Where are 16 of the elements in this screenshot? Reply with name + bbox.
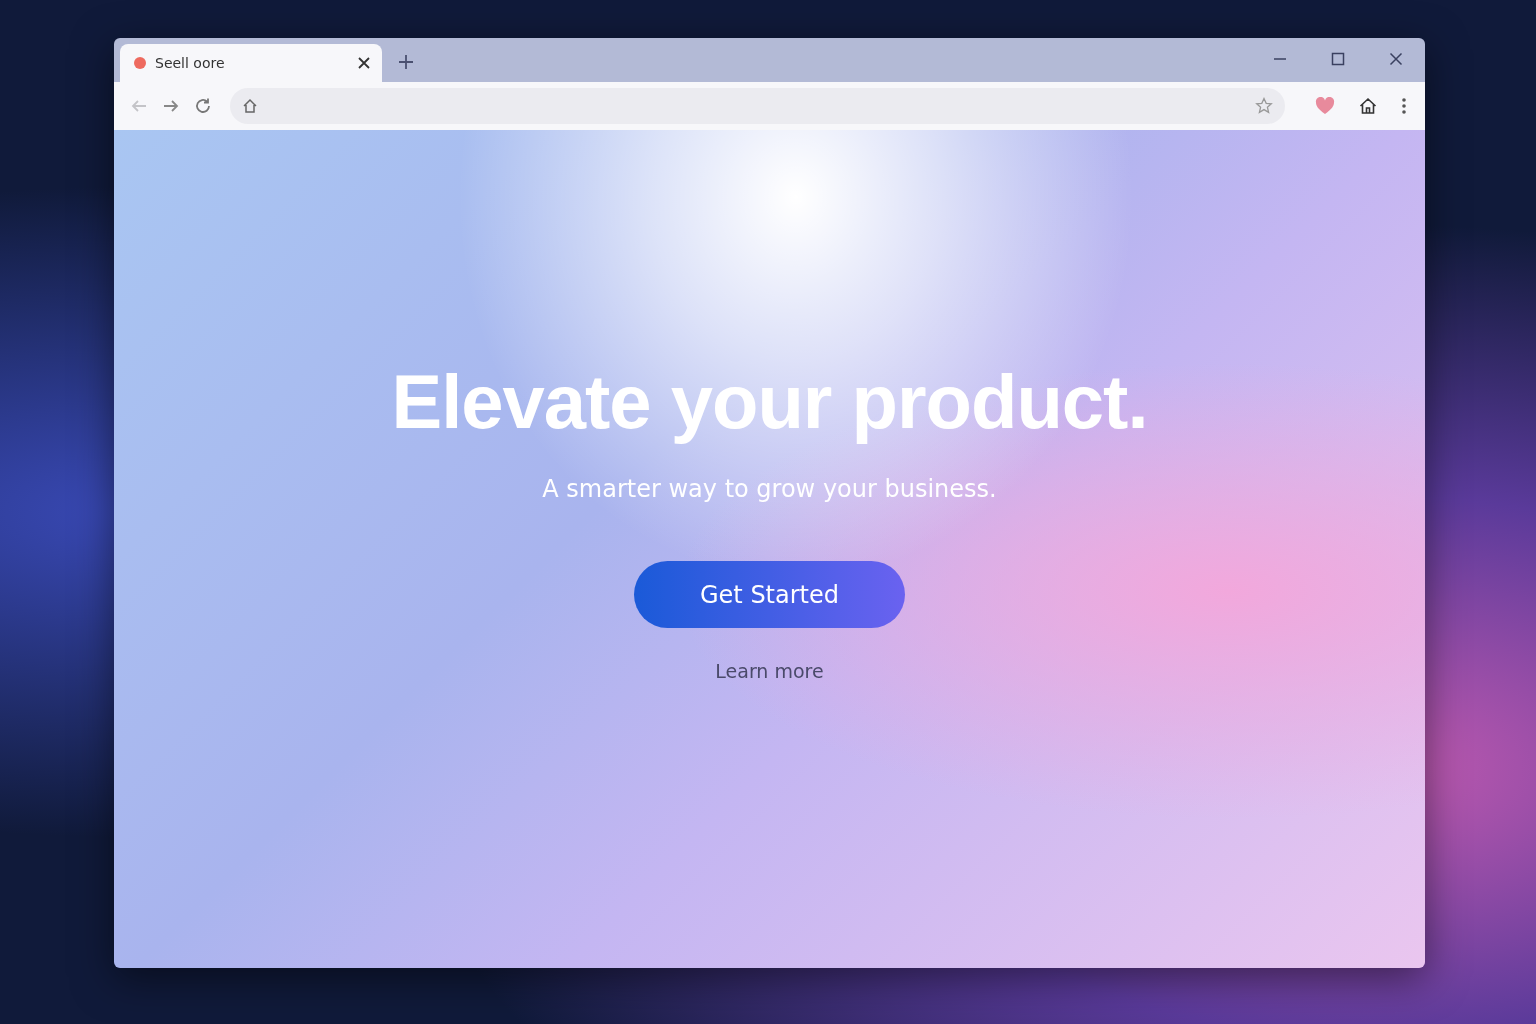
- home-icon[interactable]: [1359, 97, 1377, 115]
- get-started-button[interactable]: Get Started: [634, 561, 905, 628]
- new-tab-icon[interactable]: [398, 54, 414, 70]
- maximize-icon[interactable]: [1331, 52, 1345, 66]
- hero-subheading: A smarter way to grow your business.: [542, 475, 997, 503]
- tab-status-dot: [134, 57, 146, 69]
- tab-title: Seell oore: [155, 55, 226, 71]
- browser-tab[interactable]: Seell oore: [120, 44, 382, 82]
- close-icon[interactable]: [358, 57, 370, 69]
- menu-icon[interactable]: [1401, 97, 1407, 115]
- star-icon[interactable]: [1255, 97, 1273, 115]
- heart-icon[interactable]: [1315, 97, 1335, 115]
- hero-heading: Elevate your product.: [391, 358, 1148, 445]
- close-icon[interactable]: [1389, 52, 1403, 66]
- reload-icon[interactable]: [194, 97, 212, 115]
- learn-more-link[interactable]: Learn more: [715, 660, 824, 682]
